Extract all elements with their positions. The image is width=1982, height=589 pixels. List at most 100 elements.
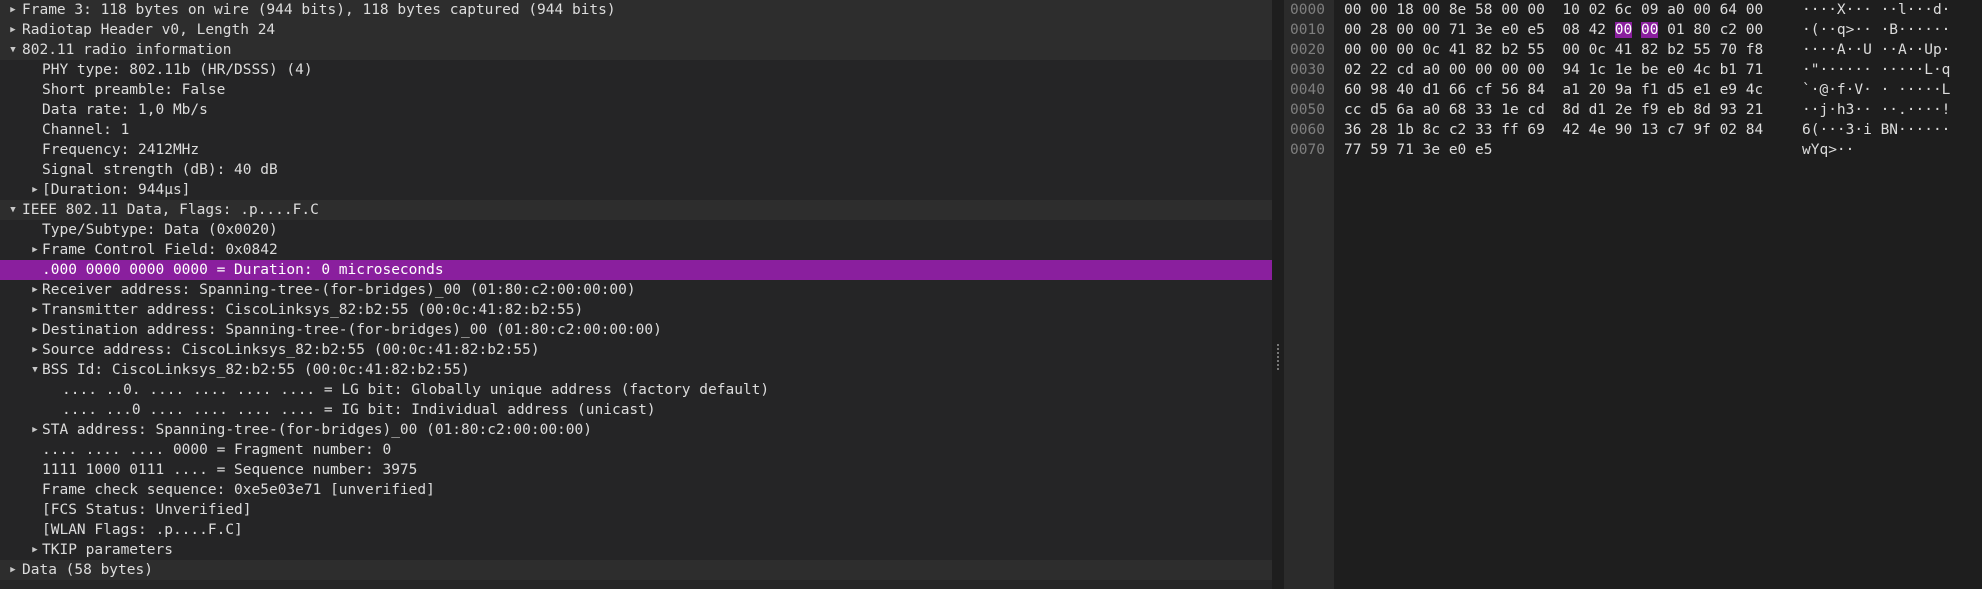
- hex-byte[interactable]: b1: [1720, 62, 1737, 78]
- triangle-right-icon[interactable]: ▶: [28, 340, 42, 360]
- hex-byte[interactable]: 00: [1344, 42, 1361, 58]
- triangle-right-icon[interactable]: ▶: [28, 240, 42, 260]
- tree-row[interactable]: .000 0000 0000 0000 = Duration: 0 micros…: [0, 260, 1272, 280]
- hex-byte[interactable]: 13: [1641, 122, 1658, 138]
- hex-byte[interactable]: eb: [1667, 102, 1684, 118]
- hex-byte[interactable]: 42: [1562, 122, 1579, 138]
- hex-byte[interactable]: c2: [1720, 22, 1737, 38]
- tree-row[interactable]: ▶ Radiotap Header v0, Length 24: [0, 20, 1272, 40]
- hex-byte[interactable]: be: [1641, 62, 1658, 78]
- tree-row[interactable]: PHY type: 802.11b (HR/DSSS) (4): [0, 60, 1272, 80]
- hex-byte[interactable]: e1: [1693, 82, 1710, 98]
- hex-byte[interactable]: 28: [1370, 22, 1387, 38]
- hex-byte[interactable]: 00: [1370, 42, 1387, 58]
- pane-splitter[interactable]: [1272, 0, 1284, 589]
- hex-bytes-line[interactable]: 00 28 00 00 71 3e e0 e5 08 42 00 00 01 8…: [1344, 20, 1763, 40]
- hex-byte[interactable]: d1: [1423, 82, 1440, 98]
- hex-byte[interactable]: 02: [1720, 122, 1737, 138]
- hex-byte[interactable]: 84: [1746, 122, 1763, 138]
- hex-byte[interactable]: 00: [1449, 62, 1466, 78]
- hex-byte[interactable]: a1: [1562, 82, 1579, 98]
- tree-row[interactable]: ▼ 802.11 radio information: [0, 40, 1272, 60]
- hex-byte[interactable]: 1b: [1396, 122, 1413, 138]
- hex-byte[interactable]: 80: [1693, 22, 1710, 38]
- hex-byte[interactable]: e0: [1667, 62, 1684, 78]
- hex-bytes-line[interactable]: 02 22 cd a0 00 00 00 00 94 1c 1e be e0 4…: [1344, 60, 1763, 80]
- hex-byte[interactable]: 77: [1344, 142, 1361, 158]
- hex-byte[interactable]: 40: [1396, 82, 1413, 98]
- hex-byte[interactable]: c7: [1667, 122, 1684, 138]
- hex-byte[interactable]: 55: [1693, 42, 1710, 58]
- hex-byte[interactable]: 8c: [1423, 122, 1440, 138]
- tree-row[interactable]: Frequency: 2412MHz: [0, 140, 1272, 160]
- hex-bytes-line[interactable]: 00 00 00 0c 41 82 b2 55 00 0c 41 82 b2 5…: [1344, 40, 1763, 60]
- triangle-right-icon[interactable]: ▶: [6, 560, 20, 580]
- hex-byte[interactable]: 82: [1641, 42, 1658, 58]
- hex-byte[interactable]: 00: [1501, 2, 1518, 18]
- tree-row[interactable]: ▶ STA address: Spanning-tree-(for-bridges…: [0, 420, 1272, 440]
- tree-row[interactable]: ▶ [Duration: 944µs]: [0, 180, 1272, 200]
- hex-byte[interactable]: 33: [1475, 122, 1492, 138]
- hex-bytes-line[interactable]: 77 59 71 3e e0 e5: [1344, 140, 1492, 160]
- hex-byte[interactable]: 20: [1589, 82, 1606, 98]
- hex-byte[interactable]: 82: [1475, 42, 1492, 58]
- tree-row[interactable]: ▶ Destination address: Spanning-tree-(for…: [0, 320, 1272, 340]
- tree-row[interactable]: ▼ BSS Id: CiscoLinksys_82:b2:55 (00:0c:41…: [0, 360, 1272, 380]
- hex-byte[interactable]: 84: [1527, 82, 1544, 98]
- tree-row[interactable]: Signal strength (dB): 40 dB: [0, 160, 1272, 180]
- hex-byte[interactable]: 0c: [1423, 42, 1440, 58]
- tree-row[interactable]: Short preamble: False: [0, 80, 1272, 100]
- tree-row[interactable]: Frame check sequence: 0xe5e03e71 [unveri…: [0, 480, 1272, 500]
- hex-byte[interactable]: 10: [1562, 2, 1579, 18]
- hex-byte[interactable]: 58: [1475, 2, 1492, 18]
- triangle-right-icon[interactable]: ▶: [28, 540, 42, 560]
- hex-byte[interactable]: 71: [1396, 142, 1413, 158]
- hex-byte[interactable]: 00: [1396, 42, 1413, 58]
- hex-byte[interactable]: 00: [1423, 2, 1440, 18]
- hex-byte[interactable]: 00: [1344, 22, 1361, 38]
- hex-byte[interactable]: 55: [1527, 42, 1544, 58]
- tree-row[interactable]: ▶ Data (58 bytes): [0, 560, 1272, 580]
- triangle-down-icon[interactable]: ▼: [6, 40, 20, 60]
- hex-byte[interactable]: 68: [1449, 102, 1466, 118]
- hex-byte[interactable]: 02: [1589, 2, 1606, 18]
- hex-byte[interactable]: 66: [1449, 82, 1466, 98]
- hex-byte[interactable]: 36: [1344, 122, 1361, 138]
- hex-byte[interactable]: e0: [1449, 142, 1466, 158]
- hex-byte[interactable]: 22: [1370, 62, 1387, 78]
- tree-row[interactable]: ▶ TKIP parameters: [0, 540, 1272, 560]
- hex-byte[interactable]: 70: [1720, 42, 1737, 58]
- hex-byte[interactable]: 00: [1527, 62, 1544, 78]
- hex-byte[interactable]: 56: [1501, 82, 1518, 98]
- hex-byte[interactable]: d5: [1370, 102, 1387, 118]
- hex-byte[interactable]: 00: [1370, 2, 1387, 18]
- hex-bytes-line[interactable]: cc d5 6a a0 68 33 1e cd 8d d1 2e f9 eb 8…: [1344, 100, 1763, 120]
- tree-row[interactable]: .... ...0 .... .... .... .... = IG bit: …: [0, 400, 1272, 420]
- ascii-line[interactable]: `·@·f·V· · ·····L: [1802, 80, 1950, 100]
- hex-byte[interactable]: 08: [1562, 22, 1579, 38]
- hex-byte[interactable]: 09: [1641, 2, 1658, 18]
- hex-byte[interactable]: 1e: [1615, 62, 1632, 78]
- hex-byte[interactable]: e9: [1720, 82, 1737, 98]
- hex-byte[interactable]: 8e: [1449, 2, 1466, 18]
- hex-byte[interactable]: 18: [1396, 2, 1413, 18]
- tree-row[interactable]: [WLAN Flags: .p....F.C]: [0, 520, 1272, 540]
- hex-byte[interactable]: 28: [1370, 122, 1387, 138]
- hex-byte[interactable]: 00: [1475, 62, 1492, 78]
- hex-byte[interactable]: a0: [1667, 2, 1684, 18]
- hex-byte[interactable]: 94: [1562, 62, 1579, 78]
- hex-byte[interactable]: c2: [1449, 122, 1466, 138]
- hex-byte[interactable]: 6a: [1396, 102, 1413, 118]
- hex-byte[interactable]: 9f: [1693, 122, 1710, 138]
- tree-row[interactable]: 1111 1000 0111 .... = Sequence number: 3…: [0, 460, 1272, 480]
- hex-byte[interactable]: 00: [1746, 22, 1763, 38]
- hex-byte[interactable]: cd: [1527, 102, 1544, 118]
- tree-row[interactable]: ▶ Receiver address: Spanning-tree-(for-br…: [0, 280, 1272, 300]
- hex-byte[interactable]: f8: [1746, 42, 1763, 58]
- packet-details-tree[interactable]: ▶ Frame 3: 118 bytes on wire (944 bits), …: [0, 0, 1272, 589]
- hex-byte[interactable]: 8d: [1693, 102, 1710, 118]
- hex-byte[interactable]: 01: [1667, 22, 1684, 38]
- hex-byte[interactable]: 00: [1527, 2, 1544, 18]
- hex-byte[interactable]: ff: [1501, 122, 1518, 138]
- hex-byte[interactable]: 00: [1746, 2, 1763, 18]
